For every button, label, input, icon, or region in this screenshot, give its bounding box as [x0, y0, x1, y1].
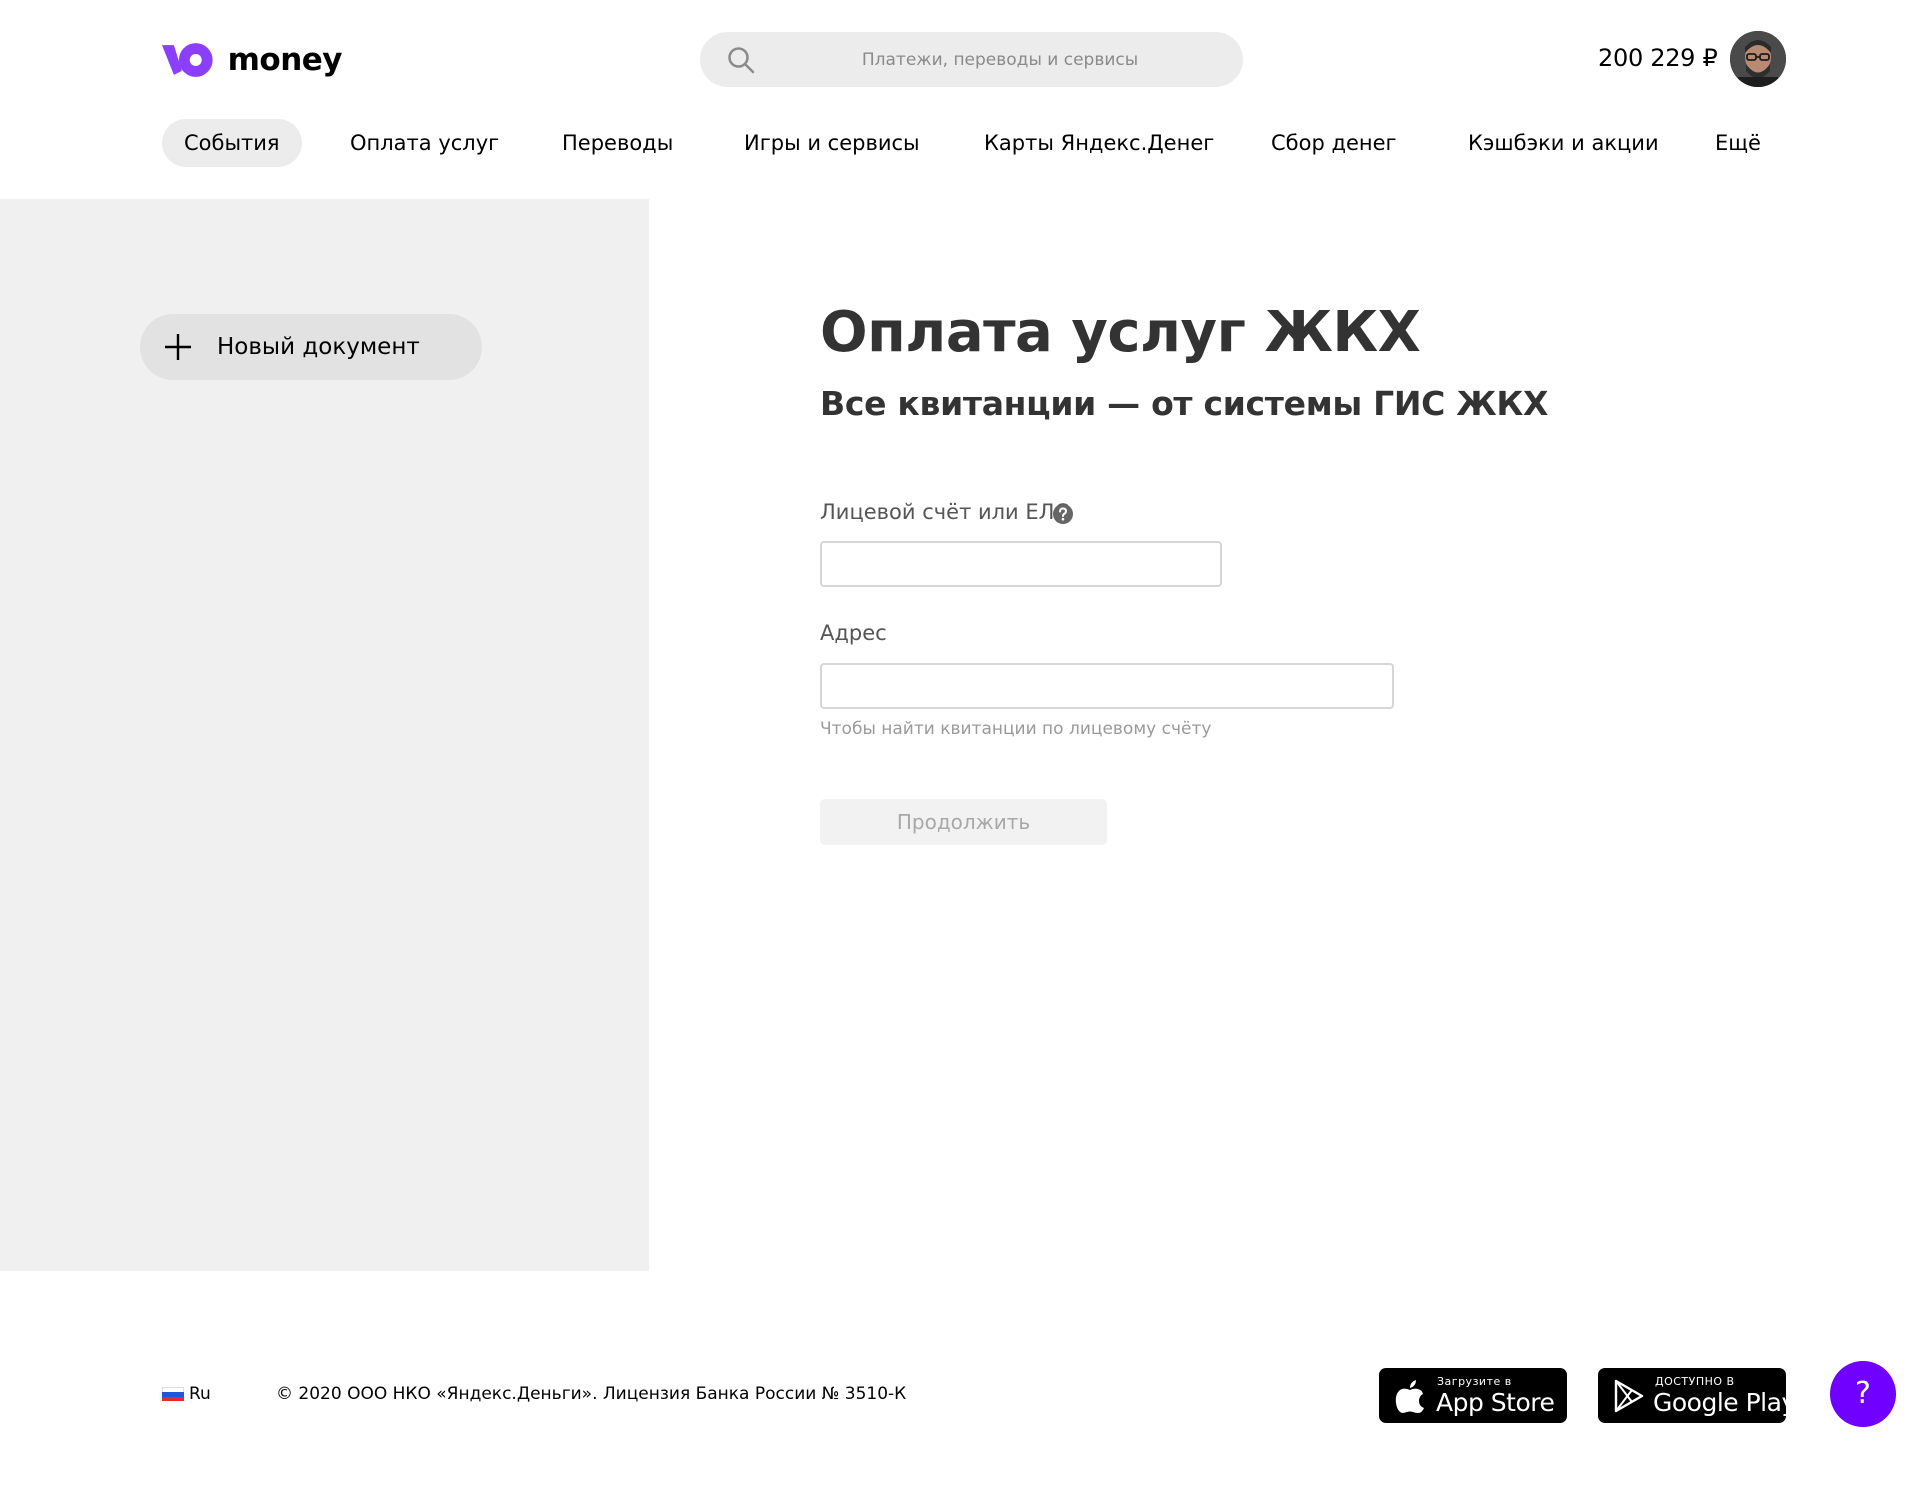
nav-item-events[interactable]: События	[162, 119, 302, 167]
nav-item-cashback[interactable]: Кэшбэки и акции	[1468, 119, 1659, 167]
nav-item-transfers[interactable]: Переводы	[562, 119, 673, 167]
google-play-icon	[1614, 1379, 1644, 1413]
logo-text: money	[227, 42, 343, 78]
page-subtitle: Все квитанции — от системы ГИС ЖКХ	[820, 384, 1549, 423]
google-play-button[interactable]: ДОСТУПНО В Google Play	[1598, 1368, 1796, 1423]
user-photo-icon	[1730, 31, 1786, 87]
search-bar[interactable]	[700, 32, 1243, 87]
app-store-big-label: App Store	[1436, 1388, 1555, 1417]
logo[interactable]: money	[162, 40, 343, 80]
main-nav: События Оплата услуг Переводы Игры и сер…	[162, 119, 1782, 167]
question-circle-icon[interactable]	[1053, 504, 1073, 524]
search-icon	[728, 47, 755, 74]
app-store-button[interactable]: Загрузите в App Store	[1379, 1368, 1567, 1423]
account-number-input[interactable]	[820, 541, 1222, 587]
language-switcher[interactable]: Ru	[162, 1384, 211, 1404]
page-title: Оплата услуг ЖКХ	[820, 300, 1421, 365]
address-field-label: Адрес	[820, 621, 887, 645]
app-store-small-label: Загрузите в	[1437, 1375, 1512, 1388]
left-panel: Новый документ	[0, 199, 649, 1271]
account-balance[interactable]: 200 229 ₽	[1598, 44, 1718, 72]
logo-mark-icon	[162, 43, 213, 77]
nav-item-games-services[interactable]: Игры и сервисы	[744, 119, 920, 167]
google-play-small-label: ДОСТУПНО В	[1655, 1375, 1735, 1388]
address-input[interactable]	[820, 663, 1394, 709]
help-chat-button[interactable]: ?	[1830, 1361, 1896, 1427]
google-play-big-label: Google Play	[1653, 1388, 1796, 1417]
language-label: Ru	[189, 1384, 211, 1404]
account-field-label: Лицевой счёт или ЕЛС	[820, 500, 1070, 524]
new-document-label: Новый документ	[217, 334, 420, 360]
new-document-button[interactable]: Новый документ	[140, 314, 482, 380]
plus-icon	[165, 334, 191, 360]
russian-flag-icon	[162, 1387, 184, 1401]
nav-item-fundraising[interactable]: Сбор денег	[1271, 119, 1397, 167]
nav-item-more[interactable]: Ещё	[1715, 119, 1761, 167]
avatar[interactable]	[1730, 31, 1786, 87]
continue-button[interactable]: Продолжить	[820, 799, 1107, 845]
nav-item-yandex-cards[interactable]: Карты Яндекс.Денег	[984, 119, 1214, 167]
nav-item-services-payment[interactable]: Оплата услуг	[350, 119, 499, 167]
search-input[interactable]	[780, 32, 1220, 87]
apple-icon	[1395, 1380, 1424, 1413]
address-hint: Чтобы найти квитанции по лицевому счёту	[820, 719, 1212, 739]
copyright-text: © 2020 ООО НКО «Яндекс.Деньги». Лицензия…	[276, 1384, 907, 1404]
